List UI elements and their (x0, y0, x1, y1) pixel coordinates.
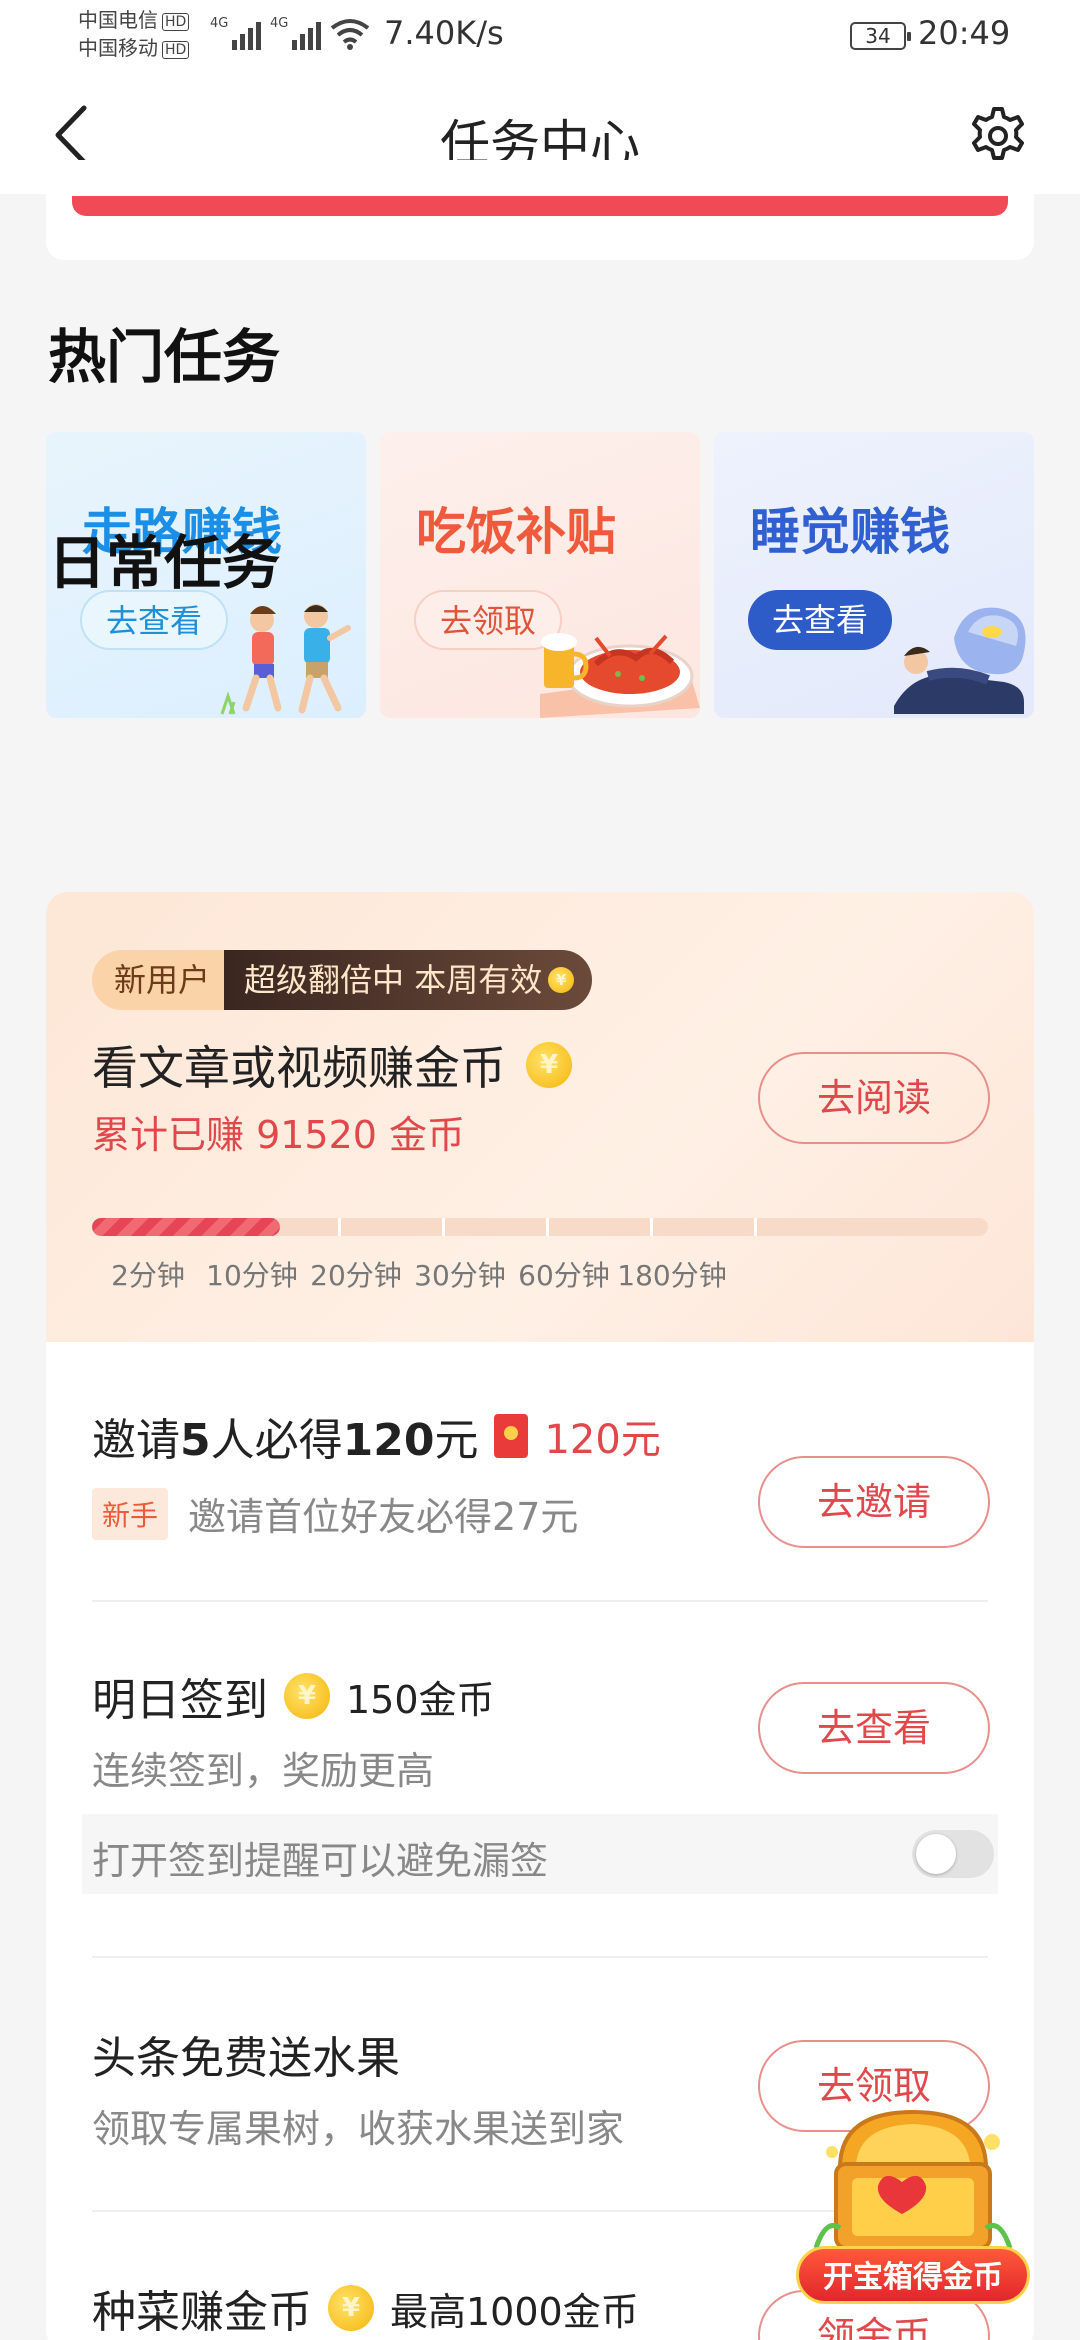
top-card-bar (72, 196, 1008, 216)
checkin-task-subtitle: 连续签到，奖励更高 (92, 1749, 435, 1793)
tick-label: 2分钟 (111, 1259, 185, 1292)
newbie-tag: 新手 (92, 1487, 169, 1540)
carrier-1: 中国电信 (78, 8, 158, 32)
tick-label: 30分钟 (414, 1259, 506, 1292)
reminder-toggle[interactable] (912, 1830, 994, 1878)
fruit-task-title: 头条免费送水果 (92, 2033, 400, 2084)
fruit-task-subtitle: 领取专属果树，收获水果送到家 (92, 2107, 625, 2151)
read-task: 新用户 超级翻倍中 本周有效 看文章或视频赚金币 累计已赚 91520 金币 去… (46, 892, 1034, 1342)
tick-label: 10分钟 (206, 1259, 298, 1292)
signal-icon: 4G (210, 16, 262, 50)
coin-icon (548, 967, 575, 993)
treasure-chest-button[interactable]: 开宝箱得金币 (796, 2098, 1030, 2304)
carrier-2: 中国移动 (78, 36, 158, 60)
checkin-reminder-row: 打开签到提醒可以避免漏签 (82, 1814, 998, 1894)
checkin-task-title: 明日签到 150金币 (92, 1664, 495, 1728)
read-task-title: 看文章或视频赚金币 (92, 1032, 572, 1098)
tick-label: 60分钟 (518, 1259, 610, 1292)
walking-people-illustration (220, 604, 351, 715)
invite-reward: 120元 (544, 1417, 661, 1463)
net-speed: 7.40K/s (384, 14, 504, 52)
read-progress-fill (92, 1218, 281, 1236)
divider (92, 1600, 988, 1602)
signal-icon: 4G (270, 16, 322, 50)
coin-icon (328, 2285, 374, 2331)
earned-coins: 累计已赚 91520 金币 (92, 1113, 466, 1157)
read-progress-bar (92, 1218, 988, 1236)
new-user-badge: 新用户 (92, 950, 225, 1010)
clock: 20:49 (918, 14, 1011, 52)
tick-label: 180分钟 (617, 1259, 727, 1292)
battery-level: 34 (865, 24, 891, 48)
divider (92, 1956, 988, 1958)
invite-button[interactable]: 去邀请 (758, 1456, 990, 1548)
hot-card-eat[interactable]: 吃饭补贴 去领取 (380, 432, 700, 718)
gear-icon (972, 107, 1024, 160)
daily-tasks-title: 日常任务 (48, 529, 281, 597)
sleeping-person-illustration (894, 607, 1026, 714)
farm-reward: 最高1000金币 (390, 2289, 639, 2334)
toggle-knob (916, 1834, 956, 1874)
carrier-info: 中国电信 HD 中国移动 HD (78, 6, 190, 62)
read-button[interactable]: 去阅读 (758, 1052, 990, 1144)
promo-badge: 新用户 超级翻倍中 本周有效 (92, 950, 593, 1010)
hd-badge: HD (162, 40, 190, 59)
red-packet-icon (494, 1414, 529, 1458)
treasure-label: 开宝箱得金币 (796, 2246, 1030, 2304)
invite-task-subtitle: 新手 邀请首位好友必得27元 (92, 1486, 578, 1541)
checkin-button[interactable]: 去查看 (758, 1682, 990, 1774)
coin-icon (526, 1042, 572, 1088)
invite-task-title: 邀请5人必得120元 120元 (92, 1404, 661, 1468)
reminder-text: 打开签到提醒可以避免漏签 (92, 1839, 549, 1883)
battery-icon: 34 (850, 22, 911, 50)
coin-icon (284, 1673, 330, 1719)
farm-task-title: 种菜赚金币 最高1000金币 (92, 2276, 639, 2340)
status-bar: 中国电信 HD 中国移动 HD 4G 4G 7.40K/s 34 20:49 (0, 0, 1080, 76)
wifi-icon (330, 19, 370, 50)
hot-card-button[interactable]: 去查看 (748, 590, 893, 650)
checkin-reward: 150金币 (346, 1677, 495, 1722)
hot-card-title: 睡觉赚钱 (750, 503, 950, 561)
hot-tasks-title: 热门任务 (48, 323, 281, 391)
hot-card-sleep[interactable]: 睡觉赚钱 去查看 (714, 432, 1034, 718)
hd-badge: HD (162, 12, 190, 31)
crayfish-beer-illustration (540, 633, 700, 718)
top-card (46, 160, 1034, 260)
tick-label: 20分钟 (310, 1259, 402, 1292)
treasure-chest-icon (813, 2109, 1013, 2250)
double-promo-badge: 超级翻倍中 本周有效 (224, 950, 593, 1010)
hot-card-title: 吃饭补贴 (416, 503, 616, 561)
